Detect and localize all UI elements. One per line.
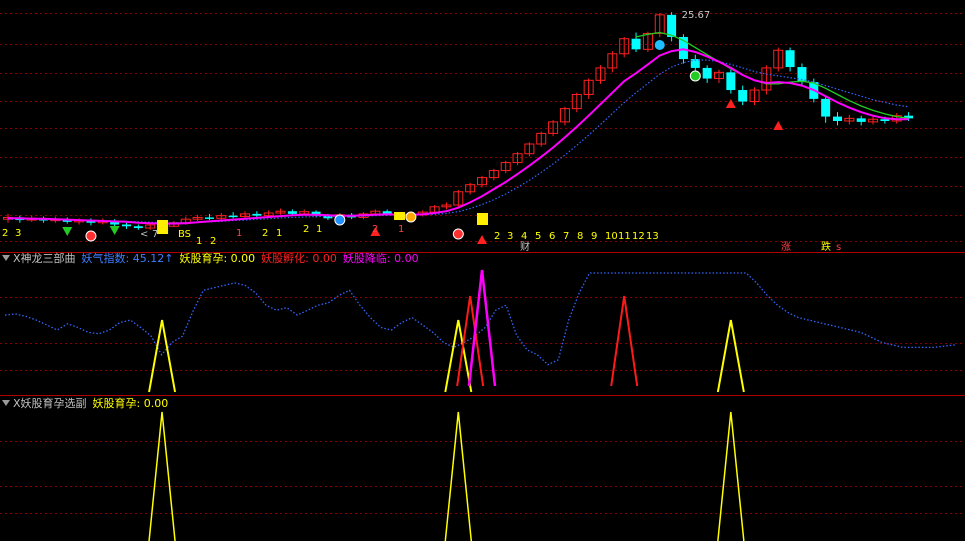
panel2-title: X神龙三部曲: [13, 252, 76, 265]
marker-label: 跌: [821, 240, 831, 253]
panel2-header: X神龙三部曲 妖气指数: 45.12↑ 妖股育孕: 0.00 妖股孵化: 0.0…: [0, 251, 425, 265]
stock-chart: 25.672 31 21 2 1 2 1 2 12 3 4 5 6 7 8 9 10 11 12 13< 7 BS财涨跌 s: [0, 10, 965, 541]
count-label: 2: [2, 228, 8, 239]
jianglin-spike: [467, 269, 497, 387]
count-label: 5: [535, 231, 541, 242]
count-label: 10: [605, 231, 618, 242]
diamond-marker-icon: [654, 40, 665, 50]
panel2-item-yaoqi: 妖气指数: 45.12↑: [81, 252, 174, 265]
green-down-marker-icon: [109, 226, 120, 235]
candle: [702, 67, 712, 79]
count-label: 4: [521, 231, 527, 242]
red-circle-marker-icon: [85, 230, 97, 242]
marker-label: <: [140, 229, 148, 240]
collapse-icon[interactable]: [2, 255, 10, 261]
red-up-triangle-icon: [773, 121, 784, 130]
blue-circle-marker-icon: [334, 214, 346, 226]
fuhua-spike: [610, 295, 639, 387]
count-label: 7: [563, 231, 569, 242]
candle: [228, 215, 238, 218]
yuyun-spike: [716, 319, 745, 393]
count-label: 6: [549, 231, 555, 242]
count-label: 3: [15, 228, 21, 239]
count-label: 1: [196, 236, 202, 247]
yuyun-spike-sub: [148, 411, 176, 541]
ma-green-line: [635, 31, 909, 119]
count-label: 1: [398, 224, 404, 235]
main-candlestick-panel: 25.672 31 21 2 1 2 1 2 12 3 4 5 6 7 8 9 10 11 12 13< 7 BS财涨跌 s: [2, 10, 914, 253]
yuyun-spike-sub: [444, 411, 473, 541]
count-label: 2: [372, 224, 378, 235]
red-circle-marker-icon: [452, 228, 464, 240]
indicator-panel-2: [4, 269, 956, 393]
count-label: 1: [276, 228, 282, 239]
yellow-box-marker: [477, 213, 488, 225]
candle: [785, 50, 795, 68]
candle: [252, 213, 262, 216]
red-up-triangle-icon: [477, 235, 487, 244]
candle: [738, 90, 748, 102]
count-label: 9: [591, 231, 597, 242]
orange-circle-marker-icon: [405, 211, 417, 223]
candle: [833, 116, 842, 121]
count-label: 2: [210, 236, 216, 247]
marker-label: 7: [152, 229, 158, 240]
candle: [133, 226, 143, 229]
count-label: 2: [303, 224, 309, 235]
panel2-item-yuyun: 妖股育孕: 0.00: [179, 252, 256, 265]
price-high-label: 25.67: [682, 10, 711, 21]
marker-label: 财: [520, 240, 530, 253]
count-label: 3: [507, 231, 513, 242]
candle: [726, 72, 736, 91]
panel2-item-jianglin: 妖股降临: 0.00: [342, 252, 419, 265]
candle: [821, 98, 831, 117]
green-down-marker-icon: [62, 227, 73, 236]
count-label: 1: [316, 224, 322, 235]
green-circle-marker-icon: [689, 70, 701, 82]
candle: [122, 224, 131, 227]
panel3-title: X妖股育孕选副: [13, 397, 87, 410]
yellow-box-marker: [157, 220, 169, 234]
count-label: 12: [632, 231, 645, 242]
panel2-item-fuhua: 妖股孵化: 0.00: [261, 252, 337, 265]
yuyun-spike: [148, 319, 177, 393]
count-label: 11: [618, 231, 631, 242]
marker-label: 涨: [781, 241, 791, 253]
yellow-box-marker: [394, 212, 406, 220]
count-label: 8: [577, 231, 583, 242]
candle: [287, 211, 297, 214]
panel3-item-yuyun: 妖股育孕: 0.00: [92, 397, 169, 410]
candle: [856, 118, 866, 122]
count-label: 13: [646, 231, 659, 242]
red-up-triangle-icon: [725, 99, 736, 108]
panel3-header: X妖股育孕选副 妖股育孕: 0.00: [0, 396, 174, 410]
count-label: 1: [236, 228, 242, 239]
collapse-icon[interactable]: [2, 400, 10, 406]
yuyun-spike-sub: [717, 411, 745, 541]
candle: [631, 38, 641, 50]
marker-label: s: [836, 242, 841, 253]
candle: [204, 217, 214, 219]
count-label: 2: [494, 231, 500, 242]
count-label: 2: [262, 228, 268, 239]
indicator-panel-3: [148, 411, 745, 541]
candle: [667, 14, 677, 37]
marker-label: BS: [178, 229, 191, 240]
